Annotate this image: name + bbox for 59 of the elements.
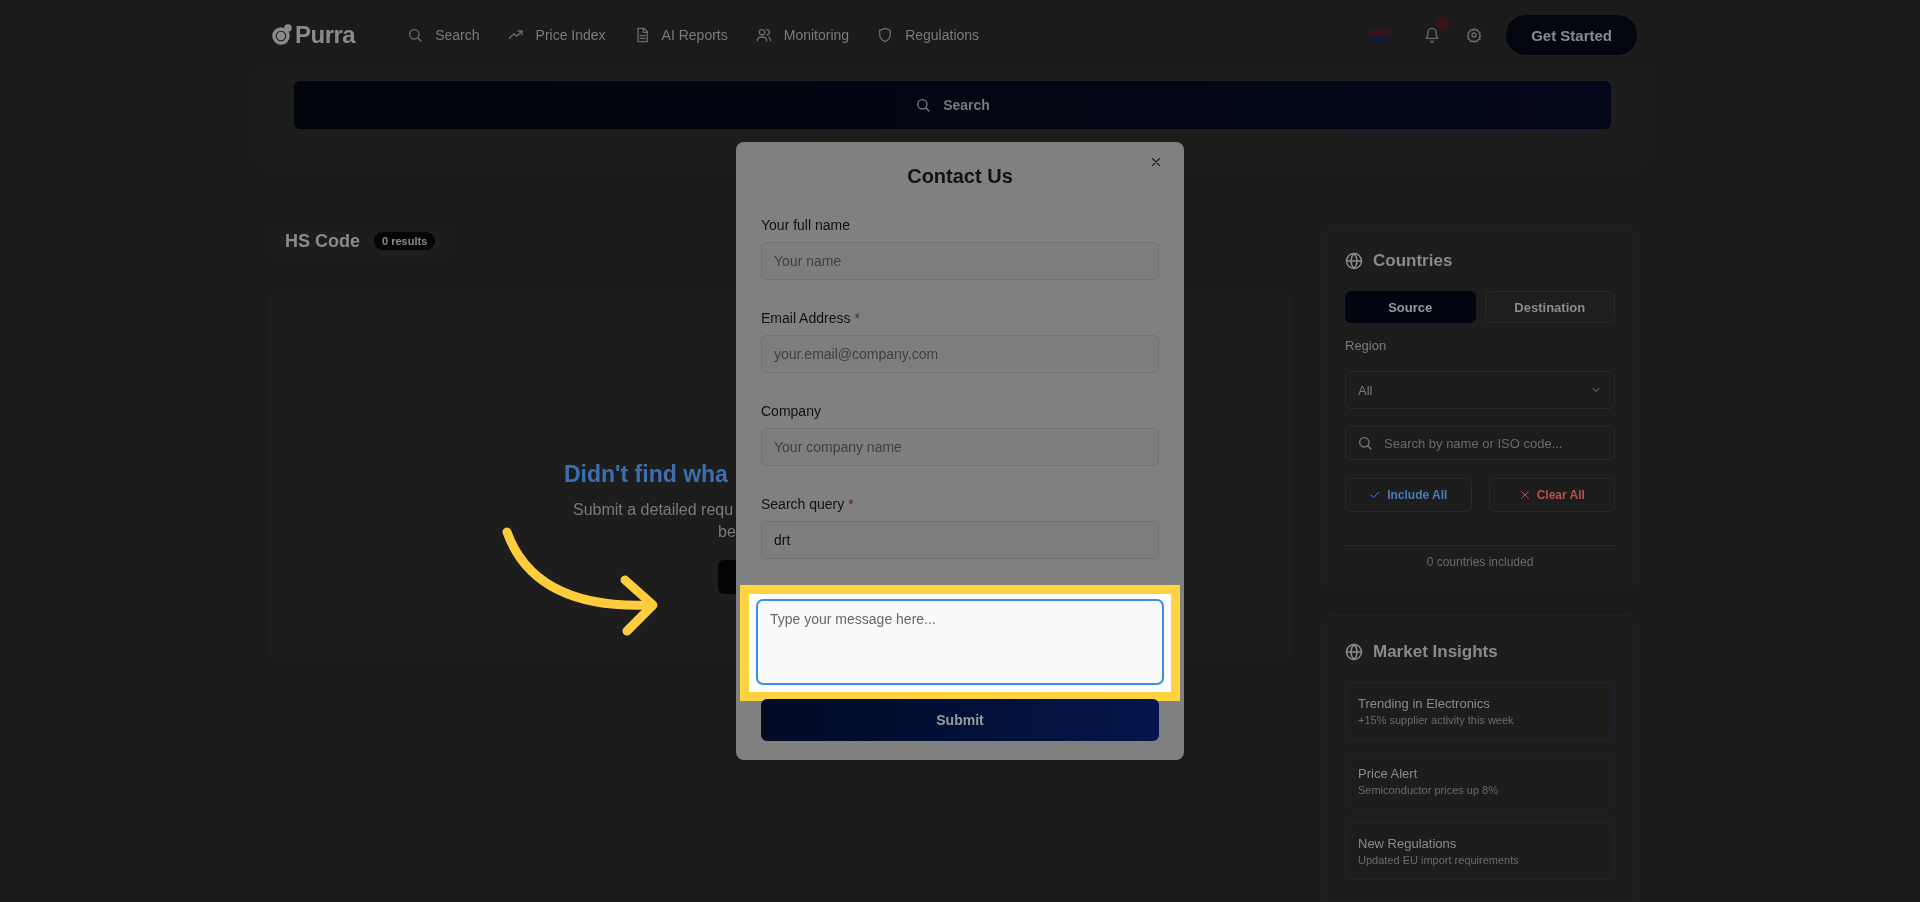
include-all-button[interactable]: Include All (1345, 478, 1472, 512)
search-field[interactable]: Search by name or ISO code... (1345, 426, 1615, 460)
region-dropdown[interactable]: All (1345, 371, 1615, 409)
settings-icon (1466, 27, 1483, 43)
clear-all-button[interactable]: Clear All (1488, 478, 1615, 512)
globe-icon (1345, 252, 1363, 270)
card-title: Market Insights (1373, 642, 1498, 662)
countries-count: 0 countries included (1425, 555, 1535, 569)
nav-link[interactable]: AI Reports (633, 27, 728, 43)
card-title: Countries (1373, 251, 1453, 271)
get-started-button[interactable]: Get Started (1506, 15, 1637, 55)
insight-card[interactable]: New Regulations Updated EU import requirements (1345, 822, 1615, 880)
nav-link[interactable]: Price Index (507, 27, 606, 43)
results-count: 0 results (374, 232, 436, 250)
people-icon (755, 27, 772, 43)
empty-state-heading: Didn't find wha (564, 461, 728, 488)
insight-card[interactable]: Price Alert Semiconductor prices up 8% (1345, 752, 1615, 810)
insight-title: Trending in Electronics (1358, 696, 1491, 711)
tab[interactable]: Source (1345, 291, 1476, 323)
insight-title: New Regulations (1358, 836, 1458, 851)
empty-state-text: Submit a detailed requ (573, 501, 734, 519)
dialog-title: Contact Us (906, 165, 1014, 188)
search-icon (407, 27, 424, 43)
message-field[interactable]: Type your message here... (756, 599, 1164, 685)
checkmark-icon (1369, 489, 1382, 501)
shield-icon (877, 27, 894, 43)
close-icon (1518, 489, 1531, 501)
field-label: Company (761, 403, 822, 419)
field-label: Email Address * (761, 310, 861, 326)
insight-text: +15% supplier activity this week (1358, 714, 1515, 726)
tab[interactable]: Destination (1484, 291, 1615, 323)
search-icon (1357, 435, 1373, 451)
input-field[interactable]: your.email@company.com (761, 335, 1159, 373)
nav-link[interactable]: Monitoring (755, 27, 850, 43)
input-field[interactable]: Your name (761, 242, 1159, 280)
nav-link[interactable]: Regulations (877, 27, 980, 43)
action-button[interactable] (718, 560, 736, 594)
field-label: Search query * (761, 496, 855, 512)
close-icon[interactable] (1149, 155, 1163, 169)
logo[interactable]: Purra (270, 21, 356, 49)
insight-text: Semiconductor prices up 8% (1358, 784, 1499, 796)
search-button[interactable]: Search (294, 81, 1611, 129)
logo-icon (270, 23, 294, 47)
input-field[interactable]: Your company name (761, 428, 1159, 466)
region-label: Region (1345, 338, 1388, 353)
globe-icon (1345, 643, 1363, 661)
field-label: Your full name (761, 217, 851, 233)
nav-link[interactable]: Search (407, 27, 480, 43)
notification-dot (1436, 17, 1451, 31)
insight-card[interactable]: Trending in Electronics +15% supplier activity this week (1345, 682, 1615, 740)
search-icon (915, 97, 932, 113)
submit-button[interactable]: Submit (761, 699, 1159, 741)
input-field[interactable]: drt (761, 521, 1159, 559)
bell-icon (1424, 27, 1441, 43)
flag-icon[interactable] (1370, 29, 1389, 41)
panel-title: HS Code (285, 230, 360, 252)
insight-title: Price Alert (1358, 766, 1419, 781)
empty-state-text: be (718, 523, 736, 541)
insight-text: Updated EU import requirements (1358, 854, 1520, 866)
